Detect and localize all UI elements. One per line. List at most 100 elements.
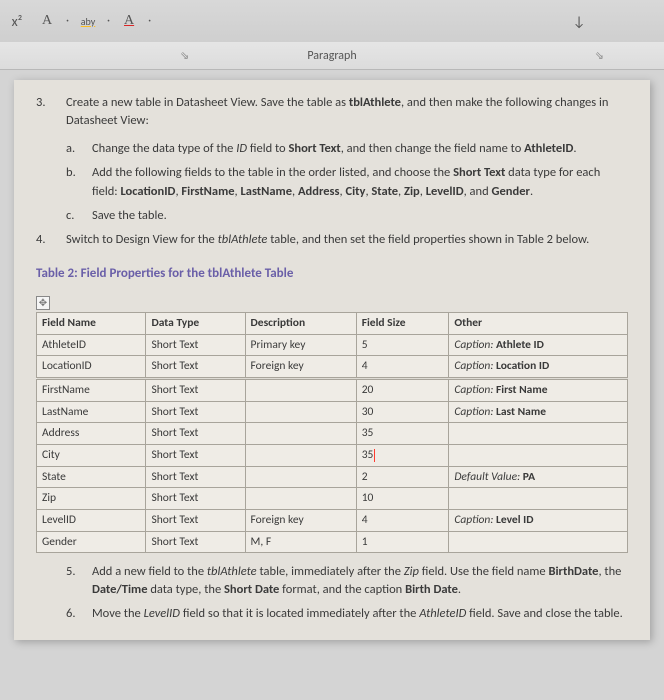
prop: Caption: [454, 338, 493, 352]
datatype: Short Text [453, 165, 505, 180]
table-row: ZipShort Text10 [37, 488, 628, 510]
down-arrow-icon[interactable]: ↓ [568, 10, 590, 32]
superscript-icon[interactable]: x² [6, 10, 28, 32]
step-3a: a. Change the data type of the ID field … [66, 140, 628, 158]
prop: Caption: [454, 405, 493, 419]
field: Gender [492, 184, 530, 199]
step-3: 3. Create a new table in Datasheet View.… [36, 94, 628, 130]
cell [245, 466, 356, 488]
step-body: Move the LevelID field so that it is loc… [92, 605, 628, 623]
cell: Short Text [146, 334, 245, 356]
val: 35 [362, 448, 374, 462]
cell: Caption: First Name [449, 379, 628, 401]
field-name: ID [236, 141, 247, 156]
step-body: Add a new field to the tblAthlete table,… [92, 563, 628, 599]
cell: M, F [245, 531, 356, 553]
table-row: LastNameShort Text30Caption: Last Name [37, 401, 628, 423]
sub-letter: a. [66, 140, 92, 158]
text: Move the [92, 606, 144, 621]
step-number: 4. [36, 231, 66, 249]
cell: FirstName [37, 379, 146, 401]
cell [449, 444, 628, 466]
step-5: 5. Add a new field to the tblAthlete tab… [66, 563, 628, 599]
cell: Short Text [146, 531, 245, 553]
field: LocationID [120, 184, 175, 199]
cell: 5 [356, 334, 449, 356]
table-name: tblAthlete [349, 95, 401, 110]
cell: 4 [356, 509, 449, 531]
document-page: 3. Create a new table in Datasheet View.… [14, 80, 650, 640]
text: Add a new field to the [92, 564, 207, 579]
cell: Short Text [146, 466, 245, 488]
cell: Short Text [146, 423, 245, 445]
text: , and [464, 184, 492, 199]
field: AthleteID [419, 606, 466, 621]
cell: Zip [37, 488, 146, 510]
table-row: AthleteIDShort TextPrimary key5Caption: … [37, 334, 628, 356]
cell [449, 531, 628, 553]
cell: AthleteID [37, 334, 146, 356]
field: Address [298, 184, 340, 199]
table-row: GenderShort TextM, F1 [37, 531, 628, 553]
field: LevelID [144, 606, 180, 621]
cell: Caption: Level ID [449, 509, 628, 531]
step-3c: c. Save the table. [66, 207, 628, 225]
cell: Short Text [146, 401, 245, 423]
cell: Short Text [146, 509, 245, 531]
cell: 35 [356, 444, 449, 466]
cell: Short Text [146, 379, 245, 401]
cell: Default Value: PA [449, 466, 628, 488]
cell: Foreign key [245, 509, 356, 531]
font-color-icon[interactable]: A [118, 10, 140, 32]
text: format, and the caption [279, 582, 405, 597]
highlight-icon[interactable]: aby [77, 10, 99, 32]
field: FirstName [181, 184, 234, 199]
font-grow-icon[interactable]: A [36, 10, 58, 32]
cell [245, 444, 356, 466]
sub-body: Save the table. [92, 207, 628, 225]
dialog-launcher-icon[interactable]: ⇘ [595, 49, 604, 62]
cell [449, 488, 628, 510]
cell: Short Text [146, 356, 245, 378]
field: City [345, 184, 365, 199]
cell: 4 [356, 356, 449, 378]
ribbon-font-group: x² A · aby · A · ↓ [0, 0, 664, 42]
datatype: Date/Time [92, 582, 148, 597]
field-name: AthleteID [524, 141, 573, 156]
cell: Primary key [245, 334, 356, 356]
cell: Caption: Location ID [449, 356, 628, 378]
table-move-handle-icon[interactable]: ✥ [36, 296, 50, 310]
ribbon-paragraph-group: ⇘ Paragraph ⇘ [0, 42, 664, 70]
val: Location ID [493, 359, 549, 373]
cell: Caption: Last Name [449, 401, 628, 423]
table-row: LocationIDShort TextForeign key4Caption:… [37, 356, 628, 378]
table-row: AddressShort Text35 [37, 423, 628, 445]
datatype: Short Text [288, 141, 340, 156]
dialog-launcher-icon[interactable]: ⇘ [180, 49, 189, 62]
format: Short Date [224, 582, 279, 597]
cell [449, 423, 628, 445]
text-cursor-icon [374, 449, 375, 462]
step-body: Switch to Design View for the tblAthlete… [66, 231, 628, 249]
paragraph-group-label: Paragraph [307, 49, 356, 63]
prop: Caption: [454, 359, 493, 373]
text: , and then change the field name to [341, 141, 524, 156]
cell: Short Text [146, 488, 245, 510]
cell: Foreign key [245, 356, 356, 378]
cell: 20 [356, 379, 449, 401]
text: data type, the [148, 582, 225, 597]
sub-body: Change the data type of the ID field to … [92, 140, 628, 158]
field: Zip [404, 184, 420, 199]
col-data-type: Data Type [146, 312, 245, 334]
prop: Caption: [454, 513, 493, 527]
cell: Short Text [146, 444, 245, 466]
sub-letter: c. [66, 207, 92, 225]
text: field to [247, 141, 288, 156]
col-field-size: Field Size [356, 312, 449, 334]
cell: Gender [37, 531, 146, 553]
cell: LastName [37, 401, 146, 423]
table-header-row: Field Name Data Type Description Field S… [37, 312, 628, 334]
cell: 2 [356, 466, 449, 488]
prop: Caption: [454, 383, 493, 397]
table-name: tblAthlete [207, 564, 257, 579]
